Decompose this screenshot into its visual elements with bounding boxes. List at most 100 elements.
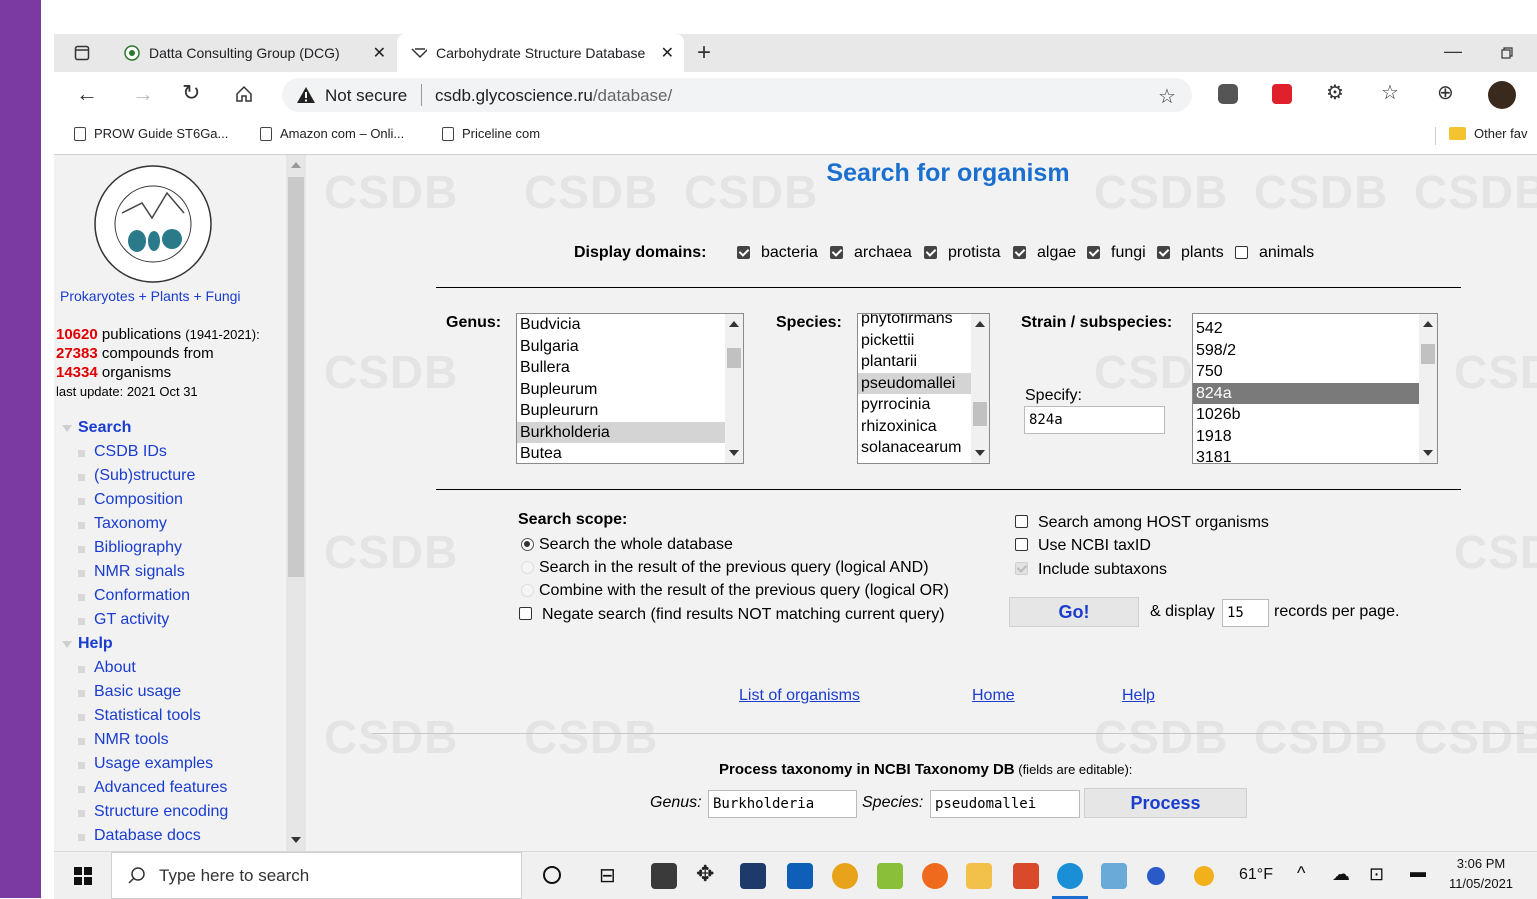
scroll-down-icon[interactable]: [291, 837, 301, 843]
scrollbar-thumb[interactable]: [727, 348, 741, 368]
strain-listbox[interactable]: 542 598/2 750 824a 1026b 1918 3181: [1192, 313, 1438, 464]
strain-option[interactable]: 1918: [1193, 426, 1437, 448]
collections-icon[interactable]: ⊕: [1437, 80, 1454, 105]
strain-option[interactable]: 3181: [1193, 447, 1437, 463]
minimize-icon[interactable]: —: [1444, 41, 1462, 62]
host-checkbox[interactable]: [1015, 515, 1028, 528]
species-option[interactable]: pickettii: [858, 330, 989, 352]
records-per-page-input[interactable]: 15: [1222, 599, 1269, 627]
strain-option[interactable]: 598/2: [1193, 340, 1437, 362]
app-icon[interactable]: [1101, 863, 1127, 889]
genus-option[interactable]: Budvicia: [517, 314, 743, 336]
chrome-icon[interactable]: [832, 863, 858, 889]
favorites-icon[interactable]: ☆: [1381, 80, 1399, 105]
listbox-scrollbar[interactable]: [1419, 314, 1437, 463]
genus-option[interactable]: Bulgaria: [517, 336, 743, 358]
nav-gt-activity[interactable]: GT activity: [94, 611, 169, 629]
scroll-up-icon[interactable]: [729, 321, 739, 327]
nav-structure-encoding[interactable]: Structure encoding: [94, 803, 228, 821]
scrollbar-thumb[interactable]: [288, 177, 304, 577]
scope-or-radio[interactable]: [521, 584, 534, 597]
go-button[interactable]: Go!: [1009, 597, 1139, 627]
specify-input[interactable]: 824a: [1024, 406, 1165, 434]
scroll-down-icon[interactable]: [1423, 450, 1433, 456]
battery-icon[interactable]: ▬: [1410, 864, 1426, 882]
clock-date[interactable]: 11/05/2021: [1436, 876, 1526, 891]
scroll-up-icon[interactable]: [1423, 321, 1433, 327]
forward-icon[interactable]: →: [132, 81, 154, 107]
home-icon[interactable]: [234, 84, 254, 104]
negate-checkbox[interactable]: [519, 607, 532, 620]
species-listbox[interactable]: phytofirmans pickettii plantarii pseudom…: [857, 313, 990, 464]
add-favorite-icon[interactable]: ☆: [1158, 84, 1176, 109]
collapse-triangle-icon[interactable]: [62, 425, 72, 432]
domain-archaea-checkbox[interactable]: [830, 246, 843, 259]
nav-usage-examples[interactable]: Usage examples: [94, 755, 213, 773]
domain-animals-checkbox[interactable]: [1235, 246, 1248, 259]
domain-fungi-checkbox[interactable]: [1087, 246, 1100, 259]
genus-option[interactable]: Bupleurum: [517, 379, 743, 401]
taskbar-search[interactable]: Type here to search: [111, 852, 522, 899]
strain-option[interactable]: 750: [1193, 361, 1437, 383]
profile-avatar[interactable]: [1488, 81, 1516, 109]
species-option[interactable]: solanacearum: [858, 437, 989, 459]
new-tab-icon[interactable]: +: [697, 39, 711, 67]
nav-statistical-tools[interactable]: Statistical tools: [94, 707, 201, 725]
mail-icon[interactable]: [787, 863, 813, 889]
nav-basic-usage[interactable]: Basic usage: [94, 683, 181, 701]
tab-csdb[interactable]: Carbohydrate Structure Database ✕: [397, 34, 684, 72]
help-link[interactable]: Help: [1122, 687, 1155, 705]
scrollbar-thumb[interactable]: [1421, 344, 1435, 364]
onedrive-icon[interactable]: ☁: [1332, 864, 1350, 885]
nav-about[interactable]: About: [94, 659, 136, 677]
ncbi-taxid-checkbox[interactable]: [1015, 538, 1028, 551]
warning-icon[interactable]: [296, 86, 316, 104]
close-icon[interactable]: ✕: [373, 43, 386, 63]
scroll-down-icon[interactable]: [975, 450, 985, 456]
weather-icon[interactable]: [1194, 866, 1214, 886]
network-icon[interactable]: ⊡: [1369, 864, 1384, 885]
extension-icon[interactable]: [1218, 84, 1238, 104]
edge-icon[interactable]: [1057, 863, 1083, 889]
nav-bibliography[interactable]: Bibliography: [94, 539, 182, 557]
domain-protista-checkbox[interactable]: [924, 246, 937, 259]
nav-nmr-tools[interactable]: NMR tools: [94, 731, 169, 749]
genus-option-selected[interactable]: Burkholderia: [517, 421, 743, 443]
ncbi-species-input[interactable]: pseudomallei: [930, 790, 1080, 818]
strain-option[interactable]: 1026b: [1193, 404, 1437, 426]
nav-taxonomy[interactable]: Taxonomy: [94, 515, 167, 533]
task-view-icon[interactable]: ⊟: [599, 863, 616, 888]
species-option-selected[interactable]: pseudomallei: [858, 372, 989, 394]
bookmark-amazon[interactable]: Amazon com – Onli...: [260, 126, 404, 141]
genus-option[interactable]: Bullera: [517, 357, 743, 379]
chevron-up-icon[interactable]: ^: [1297, 863, 1305, 884]
process-button[interactable]: Process: [1084, 788, 1247, 818]
collapse-triangle-icon[interactable]: [62, 641, 72, 648]
extensions-puzzle-icon[interactable]: ⚙: [1326, 80, 1344, 105]
home-link[interactable]: Home: [972, 687, 1015, 705]
scroll-up-icon[interactable]: [291, 162, 301, 168]
extension-red-icon[interactable]: [1272, 84, 1292, 104]
domain-algae-checkbox[interactable]: [1013, 246, 1026, 259]
nav-nmr-signals[interactable]: NMR signals: [94, 563, 185, 581]
domain-plants-checkbox[interactable]: [1157, 246, 1170, 259]
bookmark-priceline[interactable]: Priceline com: [442, 126, 540, 141]
nav-advanced-features[interactable]: Advanced features: [94, 779, 227, 797]
domain-bacteria-checkbox[interactable]: [737, 246, 750, 259]
refresh-icon[interactable]: ↻: [182, 80, 200, 106]
address-bar[interactable]: Not secure csdb.glycoscience.ru/database…: [282, 78, 1192, 112]
nav-database-docs[interactable]: Database docs: [94, 827, 201, 845]
restore-icon[interactable]: [1501, 47, 1513, 59]
species-option[interactable]: plantarii: [858, 351, 989, 373]
bookmark-other-favorites[interactable]: Other fav: [1449, 126, 1527, 141]
tab-actions-icon[interactable]: [74, 45, 90, 61]
subtaxons-checkbox[interactable]: [1015, 562, 1028, 575]
file-explorer-icon[interactable]: [966, 863, 992, 889]
genus-listbox[interactable]: Budvicia Bulgaria Bullera Bupleurum Bupl…: [516, 313, 744, 464]
nav-help-header[interactable]: Help: [78, 635, 113, 653]
nav-composition[interactable]: Composition: [94, 491, 183, 509]
bookmark-prow[interactable]: PROW Guide ST6Ga...: [74, 126, 228, 141]
genus-option[interactable]: Bupleururn: [517, 400, 743, 422]
scope-and-radio[interactable]: [521, 561, 534, 574]
cortana-icon[interactable]: [543, 866, 561, 884]
